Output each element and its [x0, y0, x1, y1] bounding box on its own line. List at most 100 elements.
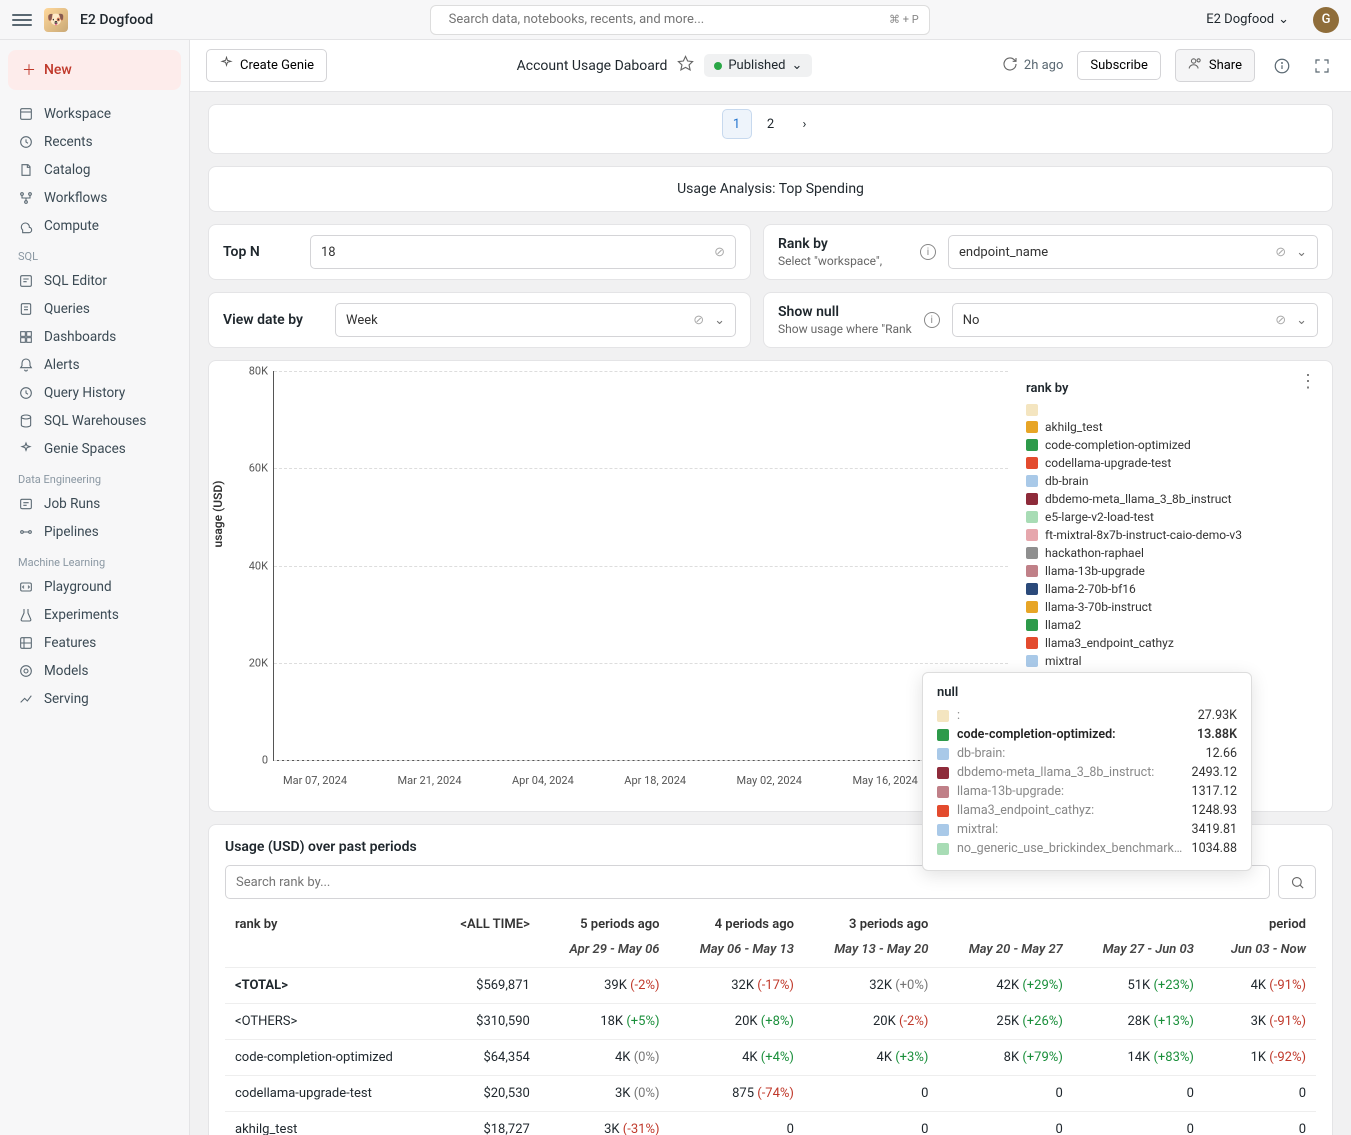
- legend-item[interactable]: code-completion-optimized: [1026, 436, 1316, 454]
- chevron-down-icon: ⌄: [1296, 313, 1307, 328]
- swatch-icon: [1026, 637, 1038, 649]
- usage-table: rank by<ALL TIME>5 periods ago4 periods …: [225, 909, 1316, 1135]
- legend-item[interactable]: hackathon-raphael: [1026, 544, 1316, 562]
- swatch-icon: [1026, 583, 1038, 595]
- legend-item[interactable]: llama3_endpoint_cathyz: [1026, 634, 1316, 652]
- y-axis-label: usage (USD): [211, 481, 225, 548]
- swatch-icon: [937, 710, 949, 722]
- sidebar-item-workspace[interactable]: Workspace: [8, 100, 181, 128]
- swatch-icon: [1026, 547, 1038, 559]
- page-header: Create Genie Account Usage Daboard Publi…: [190, 40, 1351, 92]
- column-header[interactable]: [938, 909, 1072, 940]
- page-1[interactable]: 1: [722, 109, 752, 139]
- sidebar-item-dashboards[interactable]: Dashboards: [8, 323, 181, 351]
- legend-item[interactable]: codellama-upgrade-test: [1026, 454, 1316, 472]
- people-icon: [1188, 56, 1203, 75]
- legend-item[interactable]: llama-2-70b-bf16: [1026, 580, 1316, 598]
- hamburger-menu-icon[interactable]: [12, 10, 32, 30]
- sidebar-item-features[interactable]: Features: [8, 629, 181, 657]
- info-icon[interactable]: [1269, 53, 1295, 79]
- legend-item[interactable]: llama-3-70b-instruct: [1026, 598, 1316, 616]
- clear-icon[interactable]: ⊘: [1275, 245, 1286, 260]
- sidebar-item-genie-spaces[interactable]: Genie Spaces: [8, 435, 181, 463]
- nav-icon: [18, 134, 34, 150]
- create-genie-button[interactable]: Create Genie: [206, 49, 327, 82]
- legend-item[interactable]: [1026, 402, 1316, 418]
- workspace-dropdown[interactable]: E2 Dogfood⌄: [1206, 12, 1289, 27]
- swatch-icon: [1026, 475, 1038, 487]
- table-row: akhilg_test$18,7273K (-31%)00000: [225, 1112, 1316, 1135]
- page-title: Account Usage Daboard: [517, 58, 668, 74]
- sidebar-item-query-history[interactable]: Query History: [8, 379, 181, 407]
- rankby-select[interactable]: endpoint_name ⊘⌄: [948, 235, 1318, 269]
- swatch-icon: [937, 729, 949, 741]
- shownull-select[interactable]: No ⊘⌄: [952, 303, 1318, 337]
- clear-icon[interactable]: ⊘: [714, 245, 725, 260]
- fullscreen-icon[interactable]: [1309, 53, 1335, 79]
- column-header[interactable]: period: [1204, 909, 1316, 940]
- sidebar-item-serving[interactable]: Serving: [8, 685, 181, 713]
- chevron-down-icon: ⌄: [1278, 12, 1289, 27]
- sidebar-item-catalog[interactable]: Catalog: [8, 156, 181, 184]
- sidebar-item-recents[interactable]: Recents: [8, 128, 181, 156]
- star-icon[interactable]: [677, 55, 694, 76]
- legend-item[interactable]: e5-large-v2-load-test: [1026, 508, 1316, 526]
- sidebar-item-sql-editor[interactable]: SQL Editor: [8, 267, 181, 295]
- clear-icon[interactable]: ⊘: [1275, 313, 1286, 328]
- page-2[interactable]: 2: [756, 109, 786, 139]
- nav-icon: [18, 579, 34, 595]
- nav-icon: [18, 524, 34, 540]
- column-header[interactable]: [1073, 909, 1204, 940]
- avatar[interactable]: G: [1313, 7, 1339, 33]
- viewdate-select[interactable]: Week ⊘⌄: [335, 303, 736, 337]
- sidebar-item-models[interactable]: Models: [8, 657, 181, 685]
- legend-item[interactable]: db-brain: [1026, 472, 1316, 490]
- nav-icon: [18, 273, 34, 289]
- legend-item[interactable]: llama2: [1026, 616, 1316, 634]
- column-header[interactable]: <ALL TIME>: [435, 909, 540, 940]
- refresh-status[interactable]: 2h ago: [1002, 56, 1063, 76]
- main-content: Create Genie Account Usage Daboard Publi…: [190, 40, 1351, 1135]
- sidebar-item-alerts[interactable]: Alerts: [8, 351, 181, 379]
- sidebar-item-workflows[interactable]: Workflows: [8, 184, 181, 212]
- kebab-icon[interactable]: ⋮: [1299, 371, 1318, 392]
- legend-item[interactable]: llama-13b-upgrade: [1026, 562, 1316, 580]
- swatch-icon: [937, 824, 949, 836]
- global-search[interactable]: ⌘ + P: [430, 5, 930, 35]
- subscribe-button[interactable]: Subscribe: [1077, 51, 1160, 80]
- column-header[interactable]: 3 periods ago: [804, 909, 938, 940]
- swatch-icon: [1026, 529, 1038, 541]
- legend-item[interactable]: dbdemo-meta_llama_3_8b_instruct: [1026, 490, 1316, 508]
- sidebar-item-playground[interactable]: Playground: [8, 573, 181, 601]
- column-header[interactable]: 5 periods ago: [540, 909, 670, 940]
- table-row: codellama-upgrade-test$20,5303K (0%)875 …: [225, 1076, 1316, 1112]
- search-input[interactable]: [449, 12, 881, 27]
- legend-item[interactable]: mixtral: [1026, 652, 1316, 670]
- sidebar-item-queries[interactable]: Queries: [8, 295, 181, 323]
- filter-viewdate: View date by Week ⊘⌄: [208, 292, 751, 348]
- share-button[interactable]: Share: [1175, 49, 1255, 82]
- sidebar-item-job-runs[interactable]: Job Runs: [8, 490, 181, 518]
- column-header[interactable]: 4 periods ago: [670, 909, 804, 940]
- chart-plot-area[interactable]: usage (USD) 020K40K60K80K Mar 07, 2024Ma…: [225, 371, 1008, 791]
- sidebar-item-experiments[interactable]: Experiments: [8, 601, 181, 629]
- sidebar-item-sql-warehouses[interactable]: SQL Warehouses: [8, 407, 181, 435]
- clear-icon[interactable]: ⊘: [693, 313, 704, 328]
- table-row: code-completion-optimized$64,3544K (0%)4…: [225, 1040, 1316, 1076]
- info-icon[interactable]: i: [920, 244, 936, 260]
- sidebar-item-pipelines[interactable]: Pipelines: [8, 518, 181, 546]
- page-next[interactable]: ›: [790, 109, 820, 139]
- legend-item[interactable]: akhilg_test: [1026, 418, 1316, 436]
- publish-status-dropdown[interactable]: Published ⌄: [704, 54, 812, 77]
- nav-icon: [18, 190, 34, 206]
- info-icon[interactable]: i: [924, 312, 940, 328]
- table-search-button[interactable]: [1278, 865, 1316, 899]
- sidebar-item-compute[interactable]: Compute: [8, 212, 181, 240]
- nav-icon: [18, 218, 34, 234]
- new-button[interactable]: ＋ New: [8, 50, 181, 90]
- column-header[interactable]: rank by: [225, 909, 435, 940]
- swatch-icon: [1026, 511, 1038, 523]
- legend-item[interactable]: ft-mixtral-8x7b-instruct-caio-demo-v3: [1026, 526, 1316, 544]
- topn-input[interactable]: 18 ⊘: [310, 235, 736, 269]
- nav-icon: [18, 663, 34, 679]
